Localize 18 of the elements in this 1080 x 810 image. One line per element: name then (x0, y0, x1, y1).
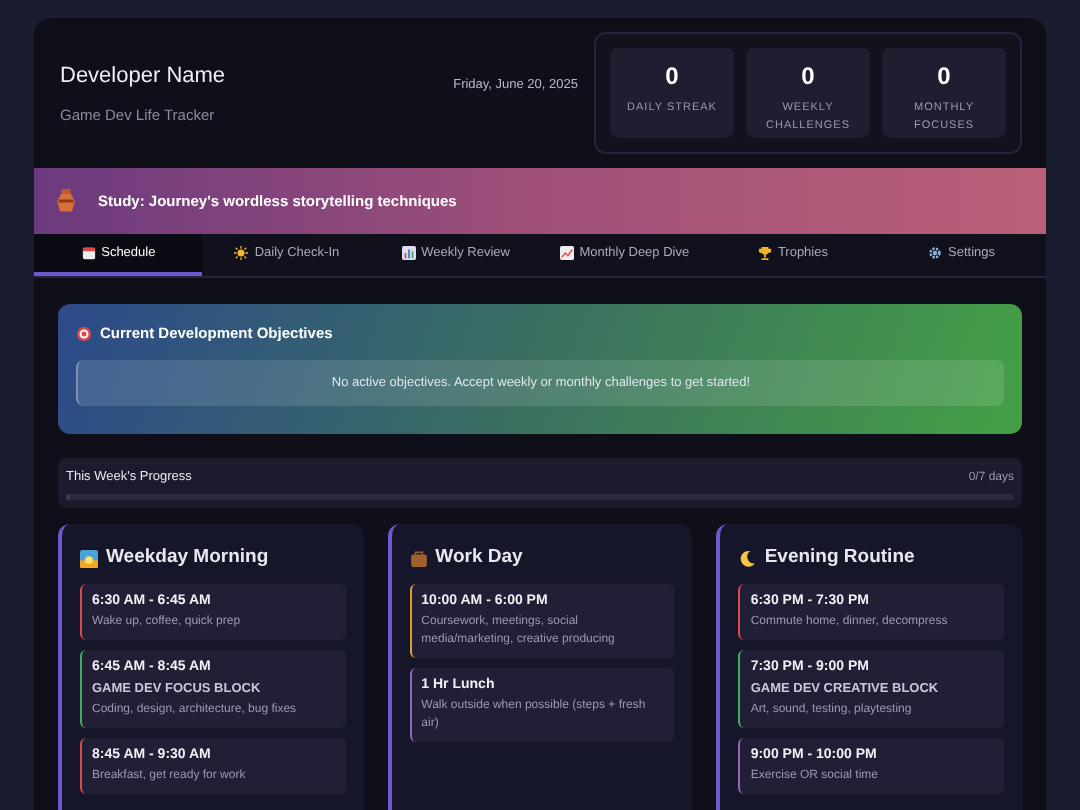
stat-value: 0 (937, 60, 951, 94)
column-title: Evening Routine (764, 544, 915, 572)
trophy-icon (757, 246, 772, 260)
calendar-icon (81, 246, 96, 260)
sun-icon (234, 246, 249, 260)
column-title: Weekday Morning (106, 544, 269, 572)
stat-value: 0 (665, 60, 679, 94)
target-icon (76, 325, 92, 342)
gear-icon (928, 246, 943, 260)
stat-value: 0 (801, 60, 815, 94)
column-title: Work Day (435, 544, 523, 572)
bar-chart-icon (401, 246, 416, 260)
developer-name: Developer Name (60, 62, 226, 93)
moon-icon (738, 549, 757, 568)
trend-chart-icon (559, 246, 574, 260)
vase-icon (54, 188, 78, 214)
briefcase-icon (409, 549, 428, 568)
sunrise-icon (80, 549, 98, 568)
